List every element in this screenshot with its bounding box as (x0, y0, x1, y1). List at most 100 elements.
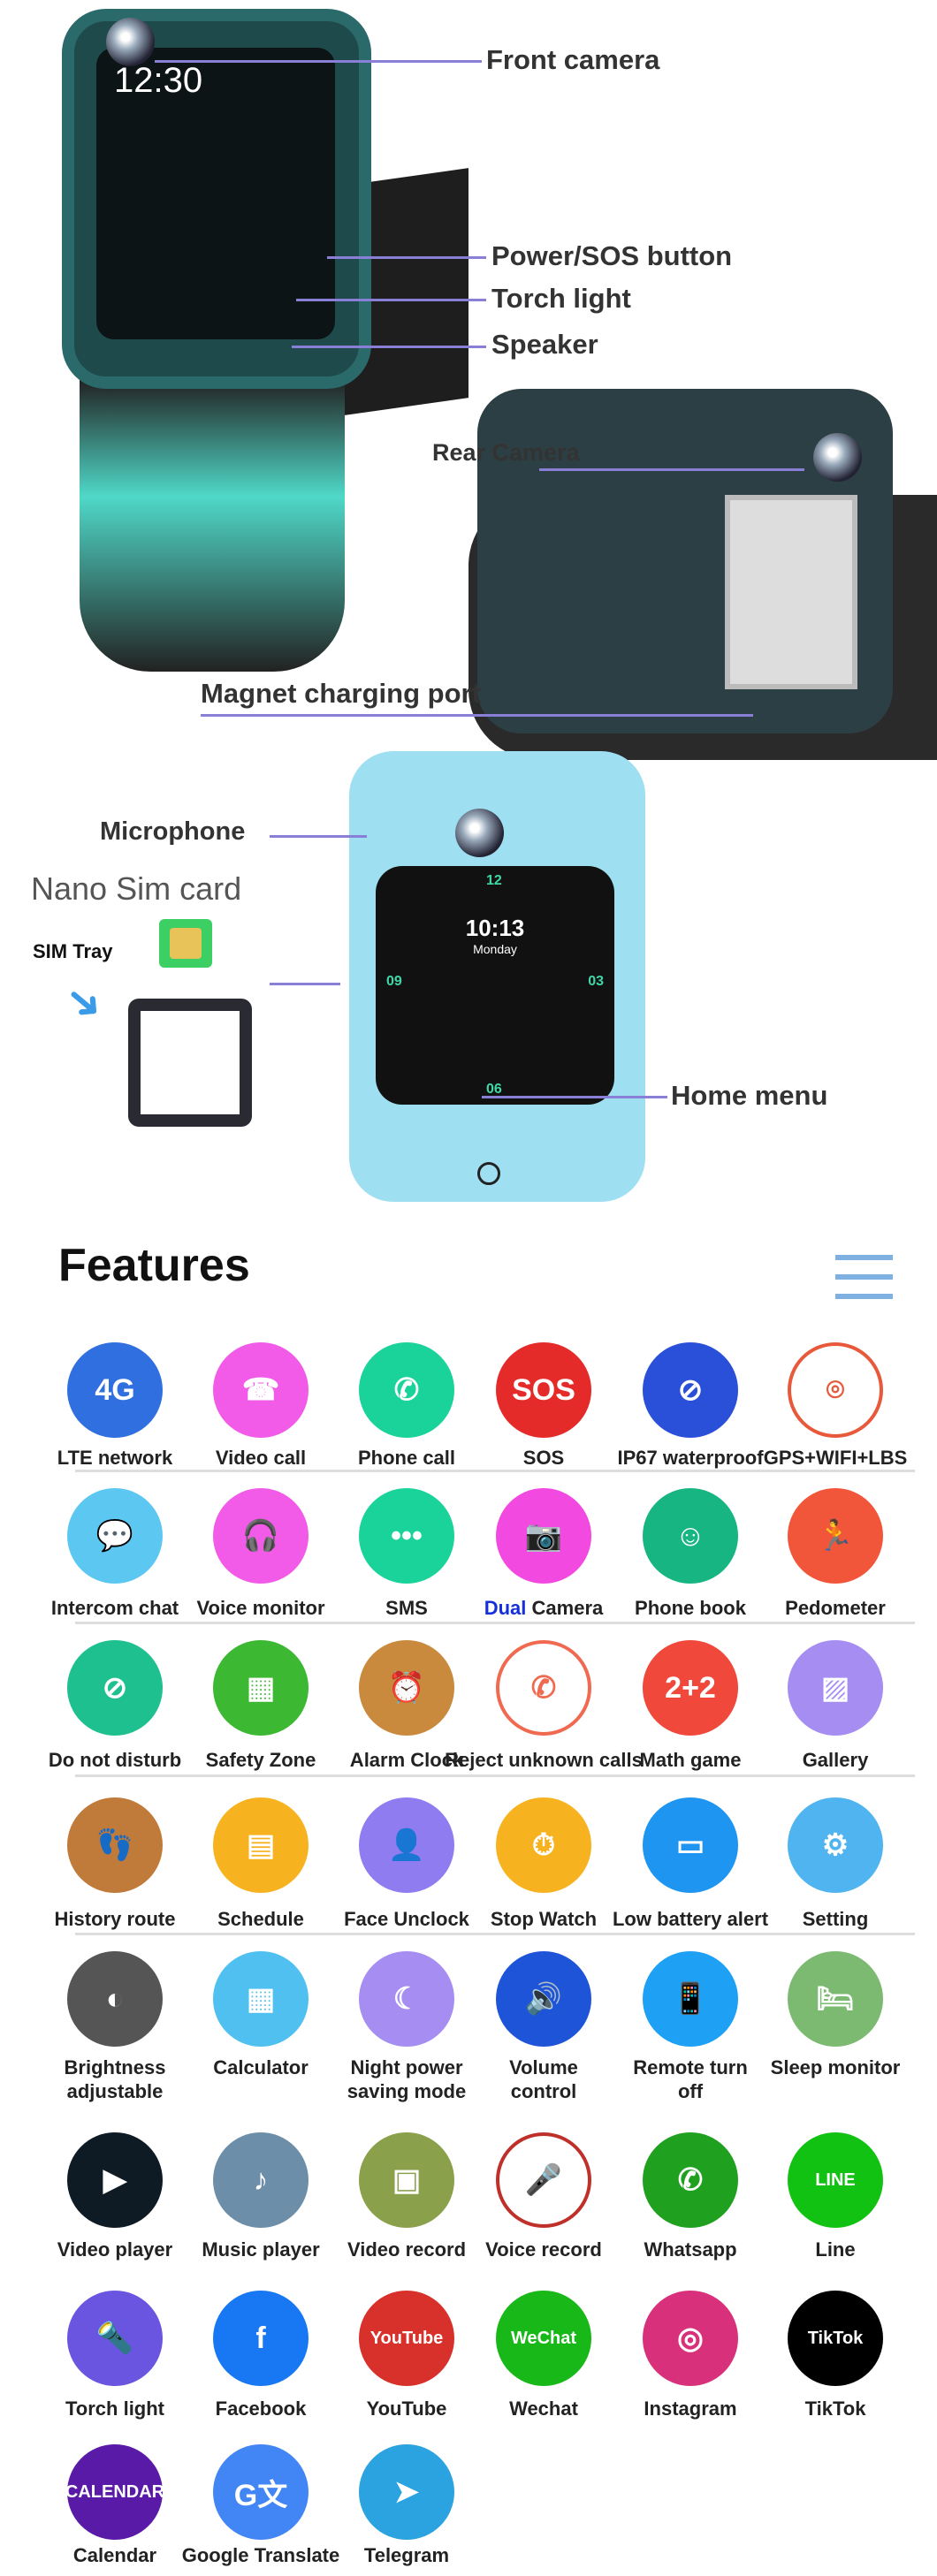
face-scan-icon: 👤 (359, 1797, 454, 1893)
watch-screen: 12:30 (96, 48, 335, 339)
feature-label: Night power saving mode (347, 2056, 467, 2102)
moon-icon: ☾ (359, 1951, 454, 2047)
watch-day: Monday (473, 942, 517, 956)
feature-label: Schedule (217, 1908, 304, 1930)
dial-09: 09 (386, 974, 402, 989)
phone-icon: ✆ (359, 1342, 454, 1438)
divider (75, 1470, 915, 1472)
feature-label: Low battery alert (612, 1908, 769, 1930)
callout-line (292, 346, 486, 348)
feature-label: Setting (802, 1908, 869, 1930)
microphone-icon: 🎤 (496, 2132, 591, 2228)
feature-label: Do not disturb (48, 1749, 182, 1771)
feature-label: TikTok (804, 2397, 866, 2420)
callout-front-camera: Front camera (486, 44, 660, 75)
location-pin-icon: ⌾ (788, 1342, 883, 1438)
headphones-icon: 🎧 (213, 1488, 309, 1584)
callout-microphone: Microphone (100, 817, 246, 846)
callout-sim-tray: SIM Tray (33, 940, 113, 962)
feature-label: Calendar (72, 2544, 157, 2566)
callout-line (270, 983, 340, 985)
callout-home-menu: Home menu (671, 1080, 828, 1111)
dial-03: 03 (588, 974, 604, 989)
feature-label: GPS+WIFI+LBS (763, 1447, 908, 1469)
feature-label: Intercom chat (50, 1597, 179, 1619)
feature-label: Phone book (635, 1597, 746, 1619)
feature-label: SMS (385, 1597, 428, 1619)
sos-icon: SOS (496, 1342, 591, 1438)
feature-label: Torch light (65, 2397, 165, 2420)
feature-label: Pedometer (785, 1597, 886, 1619)
callout-rear-camera: Rear Camera (432, 439, 580, 466)
feature-label-text: Camera (531, 1597, 604, 1619)
front-camera-lens (106, 18, 155, 66)
callout-magnet: Magnet charging port (201, 678, 481, 709)
feature-label: Voice record (485, 2238, 602, 2261)
feature-label: SOS (522, 1447, 565, 1469)
reject-call-icon: ✆ (496, 1640, 591, 1736)
feature-label: Telegram (363, 2544, 450, 2566)
hamburger-menu-icon[interactable] (835, 1255, 893, 1299)
remote-icon: 📱 (643, 1951, 738, 2047)
video-call-icon: ☎ (213, 1342, 309, 1438)
alarm-clock-icon: ⏰ (359, 1640, 454, 1736)
feature-label: Google Translate (181, 2544, 340, 2566)
flashlight-icon: 🔦 (67, 2291, 163, 2386)
whatsapp-icon: ✆ (643, 2132, 738, 2228)
4g-icon: 4G (67, 1342, 163, 1438)
callout-line (327, 256, 486, 259)
feature-label: Video record (347, 2238, 467, 2261)
chat-icon: 💬 (67, 1488, 163, 1584)
sms-icon: ••• (359, 1488, 454, 1584)
callout-line (482, 1096, 667, 1098)
line-icon: LINE (788, 2132, 883, 2228)
tiktok-icon: TikTok (788, 2291, 883, 2386)
feature-label: Wechat (509, 2397, 578, 2420)
feature-label: Dual Camera (484, 1596, 604, 1620)
watch-front-image: 12:30 (62, 9, 371, 389)
footprints-icon: 👣 (67, 1797, 163, 1893)
watch-band (80, 380, 345, 672)
feature-label: Math game (639, 1749, 742, 1771)
waterproof-icon: ⊘ (643, 1342, 738, 1438)
feature-label: Sleep monitor (770, 2056, 901, 2078)
instagram-icon: ◎ (643, 2291, 738, 2386)
feature-label: Calculator (213, 2056, 309, 2078)
feature-label: YouTube (366, 2397, 447, 2420)
feature-label: Video player (57, 2238, 173, 2261)
callout-torch: Torch light (491, 283, 631, 314)
sim-card-image (159, 919, 212, 968)
feature-label: History route (54, 1908, 176, 1930)
feature-label: Video call (215, 1447, 307, 1469)
feature-label: Line (815, 2238, 856, 2261)
music-note-icon: ♪ (213, 2132, 309, 2228)
youtube-icon: YouTube (359, 2291, 454, 2386)
gallery-icon: ▨ (788, 1640, 883, 1736)
feature-label: Brightness adjustable (64, 2056, 166, 2102)
page-title: Features (58, 1240, 250, 1291)
feature-label: Phone call (357, 1447, 456, 1469)
google-translate-icon: G文 (213, 2444, 309, 2540)
math-board-icon: 2+2 (643, 1640, 738, 1736)
feature-label: Whatsapp (644, 2238, 737, 2261)
video-record-icon: ▣ (359, 2132, 454, 2228)
feature-label: Instagram (644, 2397, 737, 2420)
callout-line (539, 468, 804, 471)
bed-icon: 🛏 (788, 1951, 883, 2047)
play-icon: ▶ (67, 2132, 163, 2228)
gear-icon: ⚙ (788, 1797, 883, 1893)
divider (75, 1933, 915, 1935)
telegram-icon: ➤ (359, 2444, 454, 2540)
watch-screen: 10:13 Monday 12 03 06 09 (376, 866, 614, 1105)
calendar-app-icon: CALENDAR (65, 2444, 164, 2540)
feature-label: Remote turn off (633, 2056, 748, 2102)
feature-label: Reject unknown calls (445, 1749, 643, 1771)
calculator-icon: ▦ (213, 1951, 309, 2047)
rear-camera-lens (813, 433, 862, 482)
fence-icon: ▦ (213, 1640, 309, 1736)
feature-label: LTE network (57, 1447, 173, 1469)
callout-line (296, 299, 486, 301)
callout-line (155, 60, 482, 63)
runner-icon: 🏃 (788, 1488, 883, 1584)
feature-label: Music player (202, 2238, 320, 2261)
